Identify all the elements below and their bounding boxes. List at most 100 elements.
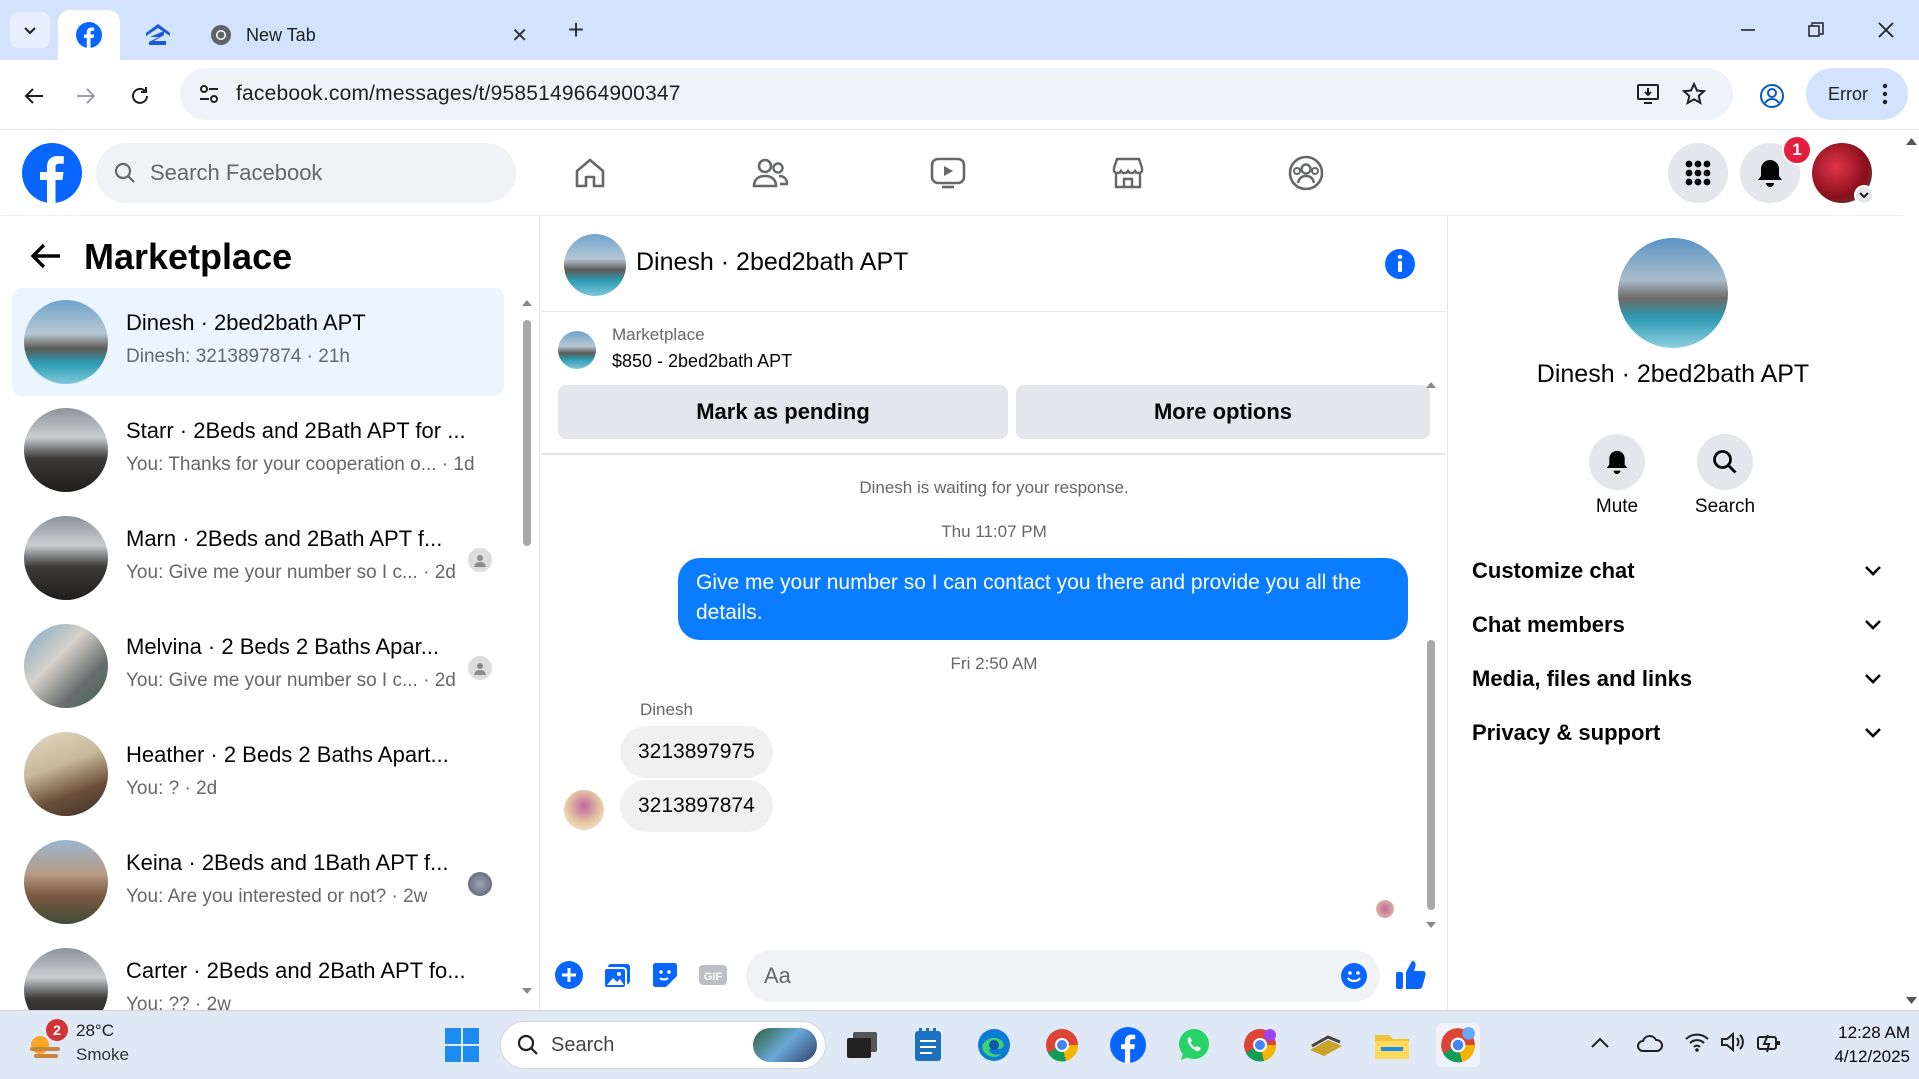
back-button[interactable] (14, 76, 54, 116)
clock-date[interactable]: 4/12/2025 (1800, 1047, 1910, 1067)
thumbs-up-icon[interactable] (1394, 958, 1428, 992)
thread-scrollbar[interactable] (1424, 376, 1438, 936)
listing-thumbnail[interactable] (558, 331, 596, 369)
tab-new-tab[interactable]: New Tab ✕ (200, 10, 540, 60)
listing-title[interactable]: $850 - 2bed2bath APT (612, 351, 792, 372)
emoji-icon[interactable] (1340, 962, 1368, 990)
conversation-item[interactable]: Starr · 2Beds and 2Bath APT for ... You: … (12, 396, 504, 504)
edge-app[interactable] (972, 1023, 1016, 1067)
facebook-icon (76, 22, 102, 48)
nav-groups[interactable] (1276, 145, 1336, 201)
chat-title[interactable]: Dinesh · 2bed2bath APT (636, 248, 908, 277)
tab-zillow[interactable] (130, 10, 186, 60)
info-section-3[interactable]: Privacy & support (1472, 706, 1882, 760)
chrome-icon (1441, 1027, 1475, 1063)
tab-facebook[interactable] (58, 10, 120, 60)
onedrive-tray[interactable] (1636, 1033, 1664, 1053)
conversation-avatar (24, 300, 108, 384)
zillow-icon (146, 24, 170, 45)
search-label: Search (1694, 496, 1756, 517)
outgoing-message[interactable]: Give me your number so I can contact you… (678, 558, 1408, 640)
nav-watch[interactable] (918, 145, 978, 201)
wifi-tray[interactable] (1684, 1031, 1710, 1053)
address-bar[interactable]: facebook.com/messages/t/9585149664900347 (180, 68, 1733, 120)
facebook-app[interactable] (1106, 1023, 1150, 1067)
whatsapp-app[interactable] (1172, 1023, 1216, 1067)
back-arrow-icon[interactable] (30, 242, 62, 270)
url-text[interactable]: facebook.com/messages/t/9585149664900347 (236, 82, 681, 106)
info-section-0[interactable]: Customize chat (1472, 544, 1882, 598)
gif-icon[interactable]: GIF (698, 960, 728, 990)
conversation-item[interactable]: Marn · 2Beds and 2Bath APT f... You: Give… (12, 504, 504, 612)
error-menu-button[interactable]: Error (1806, 68, 1908, 120)
clock-time[interactable]: 12:28 AM (1800, 1023, 1910, 1043)
chrome-active-app[interactable] (1436, 1023, 1480, 1067)
conversation-item[interactable]: Heather · 2 Beds 2 Baths Apart... You: ? … (12, 720, 504, 828)
minimize-button[interactable] (1720, 12, 1776, 48)
facebook-search-input[interactable]: Search Facebook (96, 143, 516, 203)
mark-as-pending-button[interactable]: Mark as pending (558, 385, 1008, 439)
chrome-profile-app[interactable] (1238, 1023, 1282, 1067)
message-input[interactable]: Aa (746, 950, 1380, 1002)
notepad-app[interactable] (906, 1023, 950, 1067)
conversation-item[interactable]: Keina · 2Beds and 1Bath APT f... You: Are… (12, 828, 504, 936)
chevron-down-icon (1865, 566, 1881, 576)
search-icon (1713, 450, 1737, 474)
close-window-button[interactable] (1858, 12, 1914, 48)
menu-button[interactable] (1668, 143, 1728, 203)
restore-icon (1808, 22, 1824, 37)
facebook-logo-icon[interactable] (22, 143, 82, 203)
start-button[interactable] (440, 1023, 484, 1067)
nav-friends[interactable] (740, 145, 800, 201)
site-settings-icon[interactable] (198, 83, 220, 105)
cloud-icon (1637, 1035, 1663, 1052)
page-scrollbar[interactable] (1904, 131, 1919, 1010)
tool-app[interactable] (1304, 1023, 1348, 1067)
info-section-1[interactable]: Chat members (1472, 598, 1882, 652)
account-menu-chevron[interactable] (1854, 185, 1874, 205)
battery-tray[interactable] (1756, 1031, 1782, 1053)
incoming-message[interactable]: 3213897975 (620, 726, 773, 778)
profile-avatar[interactable] (1618, 238, 1728, 348)
close-tab-icon[interactable]: ✕ (511, 23, 528, 48)
forward-button[interactable] (66, 76, 106, 116)
conversation-avatar (24, 732, 108, 816)
install-app-icon[interactable] (1636, 82, 1660, 106)
conversation-item[interactable]: Carter · 2Beds and 2Bath APT fo... You: ?… (12, 936, 504, 1010)
photo-icon[interactable] (602, 960, 632, 990)
show-hidden-icons-button[interactable] (1590, 1035, 1610, 1049)
restore-button[interactable] (1788, 12, 1844, 48)
friends-icon (752, 158, 789, 188)
volume-tray[interactable] (1720, 1031, 1746, 1053)
conversation-item[interactable]: Melvina · 2 Beds 2 Baths Apar... You: Giv… (12, 612, 504, 720)
tool-icon (1310, 1035, 1342, 1056)
chat-header: Dinesh · 2bed2bath APT (542, 216, 1446, 312)
task-view-app[interactable] (840, 1023, 884, 1067)
file-explorer-app[interactable] (1370, 1023, 1414, 1067)
taskbar-search[interactable]: Search (500, 1021, 826, 1069)
chat-avatar[interactable] (564, 234, 626, 296)
windows-logo-icon (445, 1028, 479, 1062)
tab-list-button[interactable] (10, 12, 50, 48)
nav-home[interactable] (560, 145, 620, 201)
bookmark-star-icon[interactable] (1682, 82, 1706, 106)
info-section-2[interactable]: Media, files and links (1472, 652, 1882, 706)
more-options-button[interactable]: More options (1016, 385, 1430, 439)
profile-button[interactable] (1752, 76, 1792, 116)
sticker-icon[interactable] (650, 960, 680, 990)
nav-marketplace[interactable] (1098, 145, 1158, 201)
sender-avatar[interactable] (564, 790, 604, 830)
search-in-chat-button[interactable] (1697, 434, 1753, 490)
mute-button[interactable] (1589, 434, 1645, 490)
plus-circle-icon[interactable] (554, 960, 584, 990)
conversation-list-scrollbar[interactable] (520, 296, 534, 996)
chrome-app[interactable] (1040, 1023, 1084, 1067)
reload-button[interactable] (120, 76, 160, 116)
info-icon[interactable] (1384, 248, 1416, 280)
incoming-message[interactable]: 3213897874 (620, 780, 773, 832)
new-tab-button[interactable]: + (560, 14, 592, 46)
info-section-label: Media, files and links (1472, 666, 1693, 691)
conversation-title: Melvina · 2 Beds 2 Baths Apar... (126, 634, 440, 659)
marketplace-icon (1112, 157, 1144, 189)
conversation-item[interactable]: Dinesh · 2bed2bath APT Dinesh: 3213897874… (12, 288, 504, 396)
